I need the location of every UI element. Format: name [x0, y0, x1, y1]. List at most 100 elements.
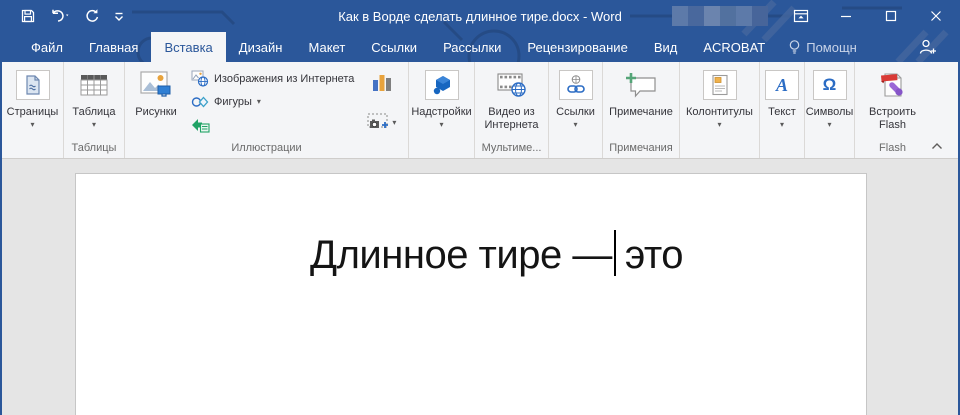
- save-button[interactable]: [18, 4, 38, 28]
- tell-me-helper[interactable]: Помощн: [778, 32, 867, 62]
- collapse-ribbon-button[interactable]: [926, 138, 948, 154]
- ribbon-group-tables: Таблица ▾ Таблицы: [64, 62, 125, 158]
- table-icon: [80, 67, 108, 103]
- minimize-icon: [840, 10, 852, 22]
- ribbon-group-symbols: Ω Символы ▾: [805, 62, 855, 158]
- links-button[interactable]: Ссылки ▾: [549, 65, 602, 129]
- group-label-addins: [409, 141, 474, 158]
- ribbon-group-comments: Примечание Примечания: [603, 62, 680, 158]
- group-label-symbols: [805, 141, 854, 158]
- maximize-icon: [885, 10, 897, 22]
- tab-review[interactable]: Рецензирование: [514, 32, 640, 62]
- comment-label: Примечание: [609, 106, 673, 119]
- smartart-icon: [191, 117, 210, 133]
- ribbon-display-options-button[interactable]: [778, 0, 823, 32]
- pages-button[interactable]: Страницы ▾: [2, 65, 63, 129]
- group-label-tables: Таблицы: [64, 141, 124, 158]
- share-person-icon: [918, 38, 938, 56]
- tab-view[interactable]: Вид: [641, 32, 691, 62]
- tab-layout[interactable]: Макет: [295, 32, 358, 62]
- ribbon-group-addins: Надстройки ▾: [409, 62, 475, 158]
- ribbon-group-pages: Страницы ▾: [2, 62, 64, 158]
- close-icon: [930, 10, 942, 22]
- embed-flash-label: Встроить Flash: [856, 106, 929, 132]
- tab-insert[interactable]: Вставка: [151, 32, 225, 62]
- text-dropdown-arrow: ▾: [780, 121, 784, 129]
- addins-icon: [425, 70, 459, 100]
- tab-home[interactable]: Главная: [76, 32, 151, 62]
- tab-design[interactable]: Дизайн: [226, 32, 296, 62]
- comments-button[interactable]: [953, 32, 960, 62]
- undo-button[interactable]: [47, 4, 73, 28]
- embed-flash-button[interactable]: Встроить Flash: [855, 65, 930, 132]
- addins-label: Надстройки: [411, 106, 471, 119]
- redo-button[interactable]: [82, 4, 102, 28]
- illustrations-mini-buttons: ▾: [365, 65, 398, 134]
- addins-dropdown-arrow: ▾: [439, 121, 443, 129]
- shapes-button[interactable]: Фигуры ▾: [188, 91, 357, 112]
- minimize-button[interactable]: [823, 0, 868, 32]
- document-paragraph: Длинное тире —это: [310, 230, 683, 280]
- customize-quick-access-icon: [113, 9, 125, 23]
- ribbon-group-links: Ссылки ▾: [549, 62, 603, 158]
- links-icon: [559, 70, 593, 100]
- group-label-text: [760, 141, 804, 158]
- pictures-button[interactable]: Рисунки: [128, 65, 184, 119]
- shapes-label: Фигуры: [214, 96, 252, 108]
- online-video-label: Видео из Интернета: [476, 106, 547, 132]
- share-button[interactable]: [907, 32, 949, 62]
- header-footer-dropdown-arrow: ▾: [717, 121, 721, 129]
- text-button[interactable]: A Текст ▾: [760, 65, 804, 129]
- comment-button[interactable]: Примечание: [603, 65, 679, 119]
- symbols-label: Символы: [806, 106, 854, 119]
- blurred-account-region: [672, 6, 768, 26]
- online-pictures-label: Изображения из Интернета: [214, 73, 354, 85]
- online-video-icon: [497, 67, 527, 103]
- group-label-comments: Примечания: [603, 141, 679, 158]
- chart-button[interactable]: [369, 69, 395, 95]
- online-pictures-button[interactable]: Изображения из Интернета: [188, 68, 357, 89]
- titlebar: Как в Ворде сделать длинное тире.docx - …: [2, 0, 958, 32]
- document-page[interactable]: Длинное тире —это: [75, 173, 867, 415]
- tab-mailings[interactable]: Рассылки: [430, 32, 514, 62]
- window-title: Как в Ворде сделать длинное тире.docx - …: [338, 0, 622, 32]
- document-workspace: Длинное тире —это: [2, 159, 958, 415]
- pages-dropdown-arrow: ▾: [30, 121, 34, 129]
- maximize-button[interactable]: [868, 0, 913, 32]
- helper-label: Помощн: [806, 40, 857, 55]
- ribbon-group-flash: Встроить Flash Flash: [855, 62, 930, 158]
- shapes-icon: [191, 94, 209, 110]
- tab-references[interactable]: Ссылки: [358, 32, 430, 62]
- window-controls: [778, 0, 958, 32]
- ribbon-tab-bar: Файл Главная Вставка Дизайн Макет Ссылки…: [2, 32, 958, 62]
- customize-quick-access-button[interactable]: [111, 4, 127, 28]
- group-label-pages: [2, 141, 63, 158]
- screenshot-dropdown-arrow: ▾: [392, 119, 396, 127]
- ribbon-group-header-footer: Колонтитулы ▾: [680, 62, 760, 158]
- group-label-media: Мультиме...: [475, 141, 548, 158]
- chart-icon: [371, 71, 393, 93]
- header-footer-label: Колонтитулы: [686, 106, 753, 119]
- group-label-flash: Flash: [855, 141, 930, 158]
- online-pictures-icon: [191, 70, 209, 87]
- pages-label: Страницы: [7, 106, 59, 119]
- group-label-header-footer: [680, 141, 759, 158]
- text-after-caret: это: [625, 233, 683, 277]
- addins-button[interactable]: Надстройки ▾: [409, 65, 474, 129]
- embed-flash-icon: [878, 67, 908, 103]
- links-label: Ссылки: [556, 106, 595, 119]
- group-label-links: [549, 141, 602, 158]
- tab-file[interactable]: Файл: [18, 32, 76, 62]
- table-button[interactable]: Таблица ▾: [64, 65, 124, 129]
- header-footer-button[interactable]: Колонтитулы ▾: [680, 65, 759, 129]
- smartart-button[interactable]: [188, 114, 357, 135]
- tab-acrobat[interactable]: ACROBAT: [690, 32, 778, 62]
- text-label: Текст: [768, 106, 796, 119]
- symbols-button[interactable]: Ω Символы ▾: [805, 65, 855, 129]
- screenshot-button[interactable]: ▾: [365, 111, 398, 134]
- close-button[interactable]: [913, 0, 958, 32]
- ribbon-group-text: A Текст ▾: [760, 62, 805, 158]
- online-video-button[interactable]: Видео из Интернета: [475, 65, 548, 132]
- ribbon-group-illustrations: Рисунки Изображения из Интернета: [125, 62, 409, 158]
- table-label: Таблица: [72, 106, 115, 119]
